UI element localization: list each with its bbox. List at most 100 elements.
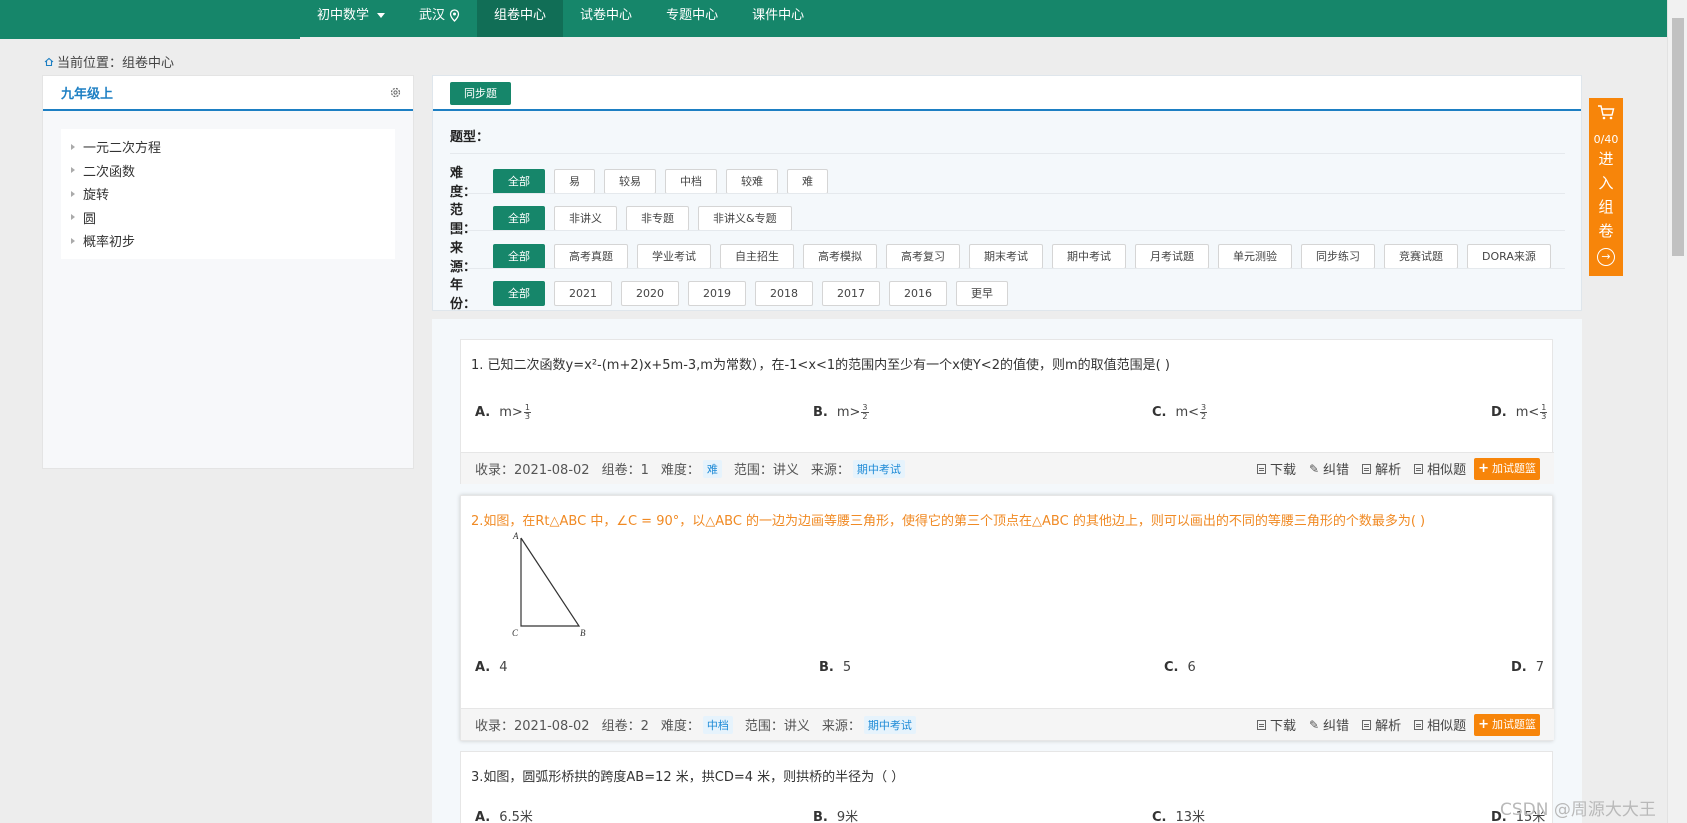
- tree-item-probability[interactable]: 概率初步: [67, 229, 395, 253]
- year-chip[interactable]: 2016: [889, 280, 947, 306]
- add-to-basket-label: 加试题篮: [1492, 717, 1536, 731]
- source-chip[interactable]: 竞赛试题: [1384, 243, 1458, 269]
- filter-scope-label: 范围：: [450, 203, 477, 237]
- question-option[interactable]: B. 9米: [813, 806, 858, 823]
- scope-chip[interactable]: 全部: [493, 205, 545, 231]
- difficulty-chip[interactable]: 中档: [665, 168, 717, 194]
- question-option[interactable]: C. 13米: [1152, 806, 1205, 823]
- download-label: 下载: [1269, 463, 1296, 478]
- scope-chip[interactable]: 非讲义&专题: [698, 205, 792, 231]
- question-card: 1. 已知二次函数y=x²-(m+2)x+5m-3,m为常数），在-1<x<1的…: [460, 339, 1554, 484]
- year-chip[interactable]: 全部: [493, 280, 545, 306]
- difficulty-chip[interactable]: 易: [554, 168, 595, 194]
- source-chip[interactable]: 高考复习: [886, 243, 960, 269]
- year-chip[interactable]: 2017: [822, 280, 880, 306]
- filter-row-type: 题型：: [450, 126, 489, 145]
- source-chip[interactable]: 全部: [493, 243, 545, 269]
- expand-arrow-icon[interactable]: [71, 143, 75, 150]
- difficulty-chip[interactable]: 较难: [726, 168, 778, 194]
- correct-action[interactable]: ✎ 纠错: [1309, 715, 1349, 735]
- fraction: 32: [1200, 404, 1208, 421]
- question-stem: 3.如图，圆弧形桥拱的跨度AB=12 米，拱CD=4 米，则拱桥的半径为（ ）: [471, 770, 905, 785]
- add-to-basket-button[interactable]: + 加试题篮: [1474, 457, 1540, 480]
- tab-sync-questions[interactable]: 同步题: [450, 82, 511, 105]
- page-scrollbar[interactable]: [1667, 0, 1687, 823]
- question-option[interactable]: C. 6: [1164, 660, 1196, 675]
- question-option[interactable]: A. m> 1 3: [475, 404, 531, 421]
- tree-item-circle[interactable]: 圆: [67, 206, 395, 230]
- question-option[interactable]: D. 7: [1511, 660, 1544, 675]
- question-option[interactable]: A. 6.5米: [475, 806, 533, 823]
- nav-item-compose[interactable]: 组卷中心: [477, 0, 564, 37]
- scope-chip[interactable]: 非讲义: [554, 205, 617, 231]
- analysis-action[interactable]: 解析: [1362, 459, 1401, 478]
- option-value: 5: [842, 660, 852, 675]
- analysis-action[interactable]: 解析: [1362, 715, 1401, 734]
- difficulty-chip[interactable]: 难: [787, 168, 828, 194]
- tree-item-quadratic-equation[interactable]: 一元二次方程: [67, 135, 395, 159]
- source-chip[interactable]: 月考试题: [1135, 243, 1209, 269]
- divider: [450, 230, 1565, 231]
- source-chip[interactable]: 学业考试: [637, 243, 711, 269]
- scrollbar-thumb[interactable]: [1672, 18, 1684, 256]
- difficulty-chip[interactable]: 较易: [604, 168, 656, 194]
- year-chip[interactable]: 更早: [956, 280, 1008, 306]
- nav-subject-dropdown[interactable]: 初中数学: [300, 0, 402, 37]
- similar-label: 相似题: [1427, 463, 1467, 478]
- source-chip[interactable]: 单元测验: [1218, 243, 1292, 269]
- download-action[interactable]: 下载: [1256, 459, 1296, 478]
- question-option[interactable]: B. 5: [819, 660, 851, 675]
- question-card: 3.如图，圆弧形桥拱的跨度AB=12 米，拱CD=4 米，则拱桥的半径为（ ） …: [460, 751, 1553, 823]
- chapter-tree: 一元二次方程 二次函数 旋转 圆 概率初步: [61, 129, 395, 259]
- nav-item-topics[interactable]: 专题中心: [649, 0, 735, 37]
- year-chip[interactable]: 2021: [554, 280, 612, 306]
- year-chip[interactable]: 2018: [755, 280, 813, 306]
- source-chip[interactable]: 自主招生: [720, 243, 794, 269]
- add-to-basket-label: 加试题篮: [1492, 461, 1536, 475]
- similar-action[interactable]: 相似题: [1414, 715, 1466, 734]
- tree-item-label: 一元二次方程: [83, 141, 162, 157]
- nav-left-accent: [0, 37, 300, 39]
- similar-action[interactable]: 相似题: [1414, 459, 1466, 478]
- year-chip[interactable]: 2020: [621, 280, 679, 306]
- scope-chip[interactable]: 非专题: [626, 205, 689, 231]
- question-option[interactable]: C. m< 3 2: [1152, 404, 1208, 421]
- expand-arrow-icon[interactable]: [71, 237, 75, 244]
- gear-icon[interactable]: [390, 87, 401, 98]
- question-option[interactable]: B. m> 3 2: [813, 404, 869, 421]
- question-basket-button[interactable]: 0/40 进 入 组 卷 →: [1589, 98, 1623, 276]
- nav-city[interactable]: 武汉: [402, 0, 477, 37]
- question-option[interactable]: A. 4: [475, 660, 508, 675]
- meta-compose-count: 组卷：1: [601, 463, 649, 478]
- source-chip[interactable]: 同步练习: [1301, 243, 1375, 269]
- filter-row-difficulty: 难度： 全部 易 较易 中档 较难 难: [450, 162, 828, 200]
- expand-arrow-icon[interactable]: [71, 190, 75, 197]
- tree-item-quadratic-function[interactable]: 二次函数: [67, 159, 395, 183]
- nav-item-courseware[interactable]: 课件中心: [735, 0, 821, 37]
- expand-arrow-icon[interactable]: [71, 214, 75, 221]
- filter-source-label: 来源：: [450, 241, 477, 275]
- filter-row-year: 年份： 全部 2021 2020 2019 2018 2017 2016 更早: [450, 274, 1008, 312]
- nav-item-papers[interactable]: 试卷中心: [563, 0, 649, 37]
- option-letter: A.: [475, 405, 491, 420]
- source-chip[interactable]: 期末考试: [969, 243, 1043, 269]
- download-action[interactable]: 下载: [1256, 715, 1296, 734]
- difficulty-chip[interactable]: 全部: [493, 168, 545, 194]
- question-option[interactable]: D. m< 1 3: [1491, 404, 1548, 421]
- expand-arrow-icon[interactable]: [71, 167, 75, 174]
- source-chip[interactable]: DORA来源: [1467, 243, 1551, 269]
- tree-item-rotation[interactable]: 旋转: [67, 182, 395, 206]
- add-to-basket-button[interactable]: + 加试题篮: [1474, 713, 1540, 736]
- option-value: 7: [1535, 660, 1545, 675]
- fraction: 32: [861, 404, 869, 421]
- top-navbar: 初中数学 武汉 组卷中心 试卷中心 专题中心 课件中心: [0, 0, 1687, 39]
- meta-date: 收录：2021-08-02: [475, 463, 590, 478]
- source-chip[interactable]: 高考真题: [554, 243, 628, 269]
- year-chip[interactable]: 2019: [688, 280, 746, 306]
- source-chip[interactable]: 高考模拟: [803, 243, 877, 269]
- breadcrumb-label: 当前位置：组卷中心: [57, 56, 175, 71]
- meta-difficulty-label: 难度：: [660, 463, 700, 478]
- source-chip[interactable]: 期中考试: [1052, 243, 1126, 269]
- fraction: 13: [523, 404, 531, 421]
- correct-action[interactable]: ✎ 纠错: [1309, 459, 1349, 479]
